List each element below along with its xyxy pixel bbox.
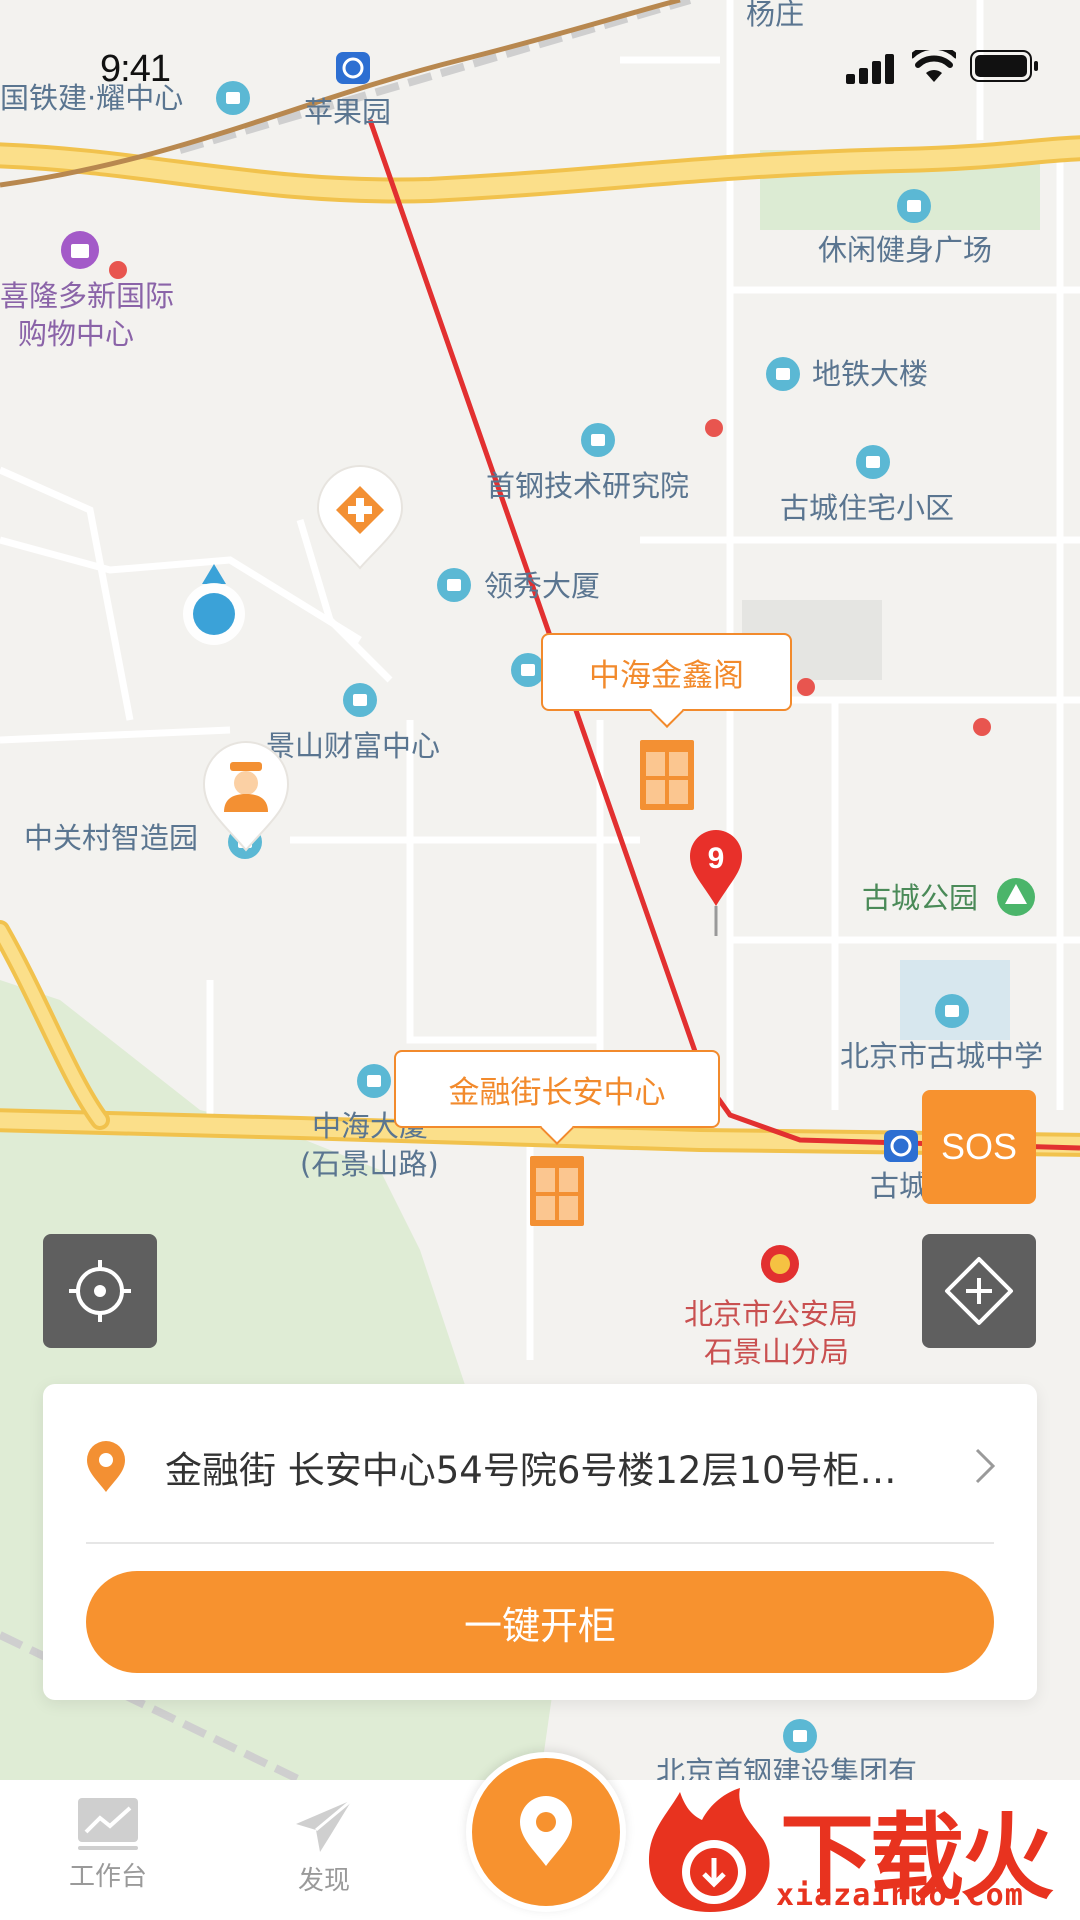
- map-label: 北京市古城中学: [840, 1039, 1043, 1073]
- map-label: 首钢技术研究院: [486, 469, 689, 503]
- map-label: 领秀大厦: [484, 569, 600, 603]
- map-label: 休闲健身广场: [818, 233, 992, 267]
- map-label: 石景山分局: [704, 1335, 849, 1369]
- map-label: 景山财富中心: [266, 729, 440, 763]
- pin-number: 9: [708, 842, 725, 875]
- map-label: 中关村智造园: [24, 821, 198, 855]
- address-row[interactable]: 金融街 长安中心54号院6号楼12层10号柜…: [43, 1384, 1037, 1544]
- map-label: 古城: [870, 1169, 928, 1203]
- locker-callout-top[interactable]: 中海金鑫阁: [541, 633, 792, 711]
- map-label: 北京市公安局: [684, 1297, 858, 1331]
- map-label: 古城住宅小区: [780, 491, 954, 525]
- watermark-url: xiazaihuo.com: [776, 1878, 1024, 1913]
- watermark-logo: 下载火 xiazaihuo.com: [640, 1782, 1080, 1920]
- tab-discover[interactable]: 发现: [254, 1798, 394, 1918]
- map-tab-button[interactable]: [466, 1752, 626, 1912]
- status-time: 9:41: [100, 48, 171, 90]
- wifi-icon: [912, 50, 956, 82]
- map-label: 古城公园: [862, 881, 978, 915]
- crosshair-icon: [69, 1260, 131, 1322]
- tab-workbench[interactable]: 工作台: [38, 1798, 178, 1918]
- map-label: (石景山路): [300, 1147, 439, 1181]
- metro-station-gucheng-icon[interactable]: [884, 1130, 918, 1162]
- route-button[interactable]: [922, 1234, 1036, 1348]
- location-pin-icon: [520, 1796, 572, 1866]
- map-label: 地铁大楼: [812, 357, 928, 391]
- cabinet-marker-bottom[interactable]: [530, 1156, 584, 1226]
- callout-label: 金融街长安中心: [448, 1074, 666, 1111]
- tab-label: 发现: [297, 1866, 350, 1896]
- flame-logo-icon: [648, 1788, 770, 1912]
- battery-icon: [970, 50, 1038, 82]
- chevron-right-icon: [975, 1448, 996, 1484]
- location-pin-icon: [87, 1440, 125, 1492]
- map-label: 北京首钢建设集团有: [656, 1755, 917, 1780]
- cabinet-marker-top[interactable]: [640, 740, 694, 810]
- locker-info-card: 金融街 长安中心54号院6号楼12层10号柜… 一键开柜: [43, 1384, 1037, 1700]
- divider: [86, 1542, 994, 1544]
- diamond-plus-icon: [945, 1257, 1013, 1325]
- callout-label: 中海金鑫阁: [589, 657, 744, 694]
- status-bar: 9:41: [0, 0, 1080, 130]
- tab-label: 工作台: [68, 1862, 147, 1892]
- map-label: 喜隆多新国际: [0, 279, 174, 313]
- locate-button[interactable]: [43, 1234, 157, 1348]
- cellular-signal-icon: [846, 54, 894, 84]
- locker-callout-bottom[interactable]: 金融街长安中心: [394, 1050, 720, 1128]
- sos-button[interactable]: SOS: [922, 1090, 1036, 1204]
- paper-plane-icon: [296, 1798, 353, 1852]
- address-text: 金融街 长安中心54号院6号楼12层10号柜…: [165, 1449, 897, 1492]
- chart-icon: [78, 1798, 138, 1850]
- open-locker-button[interactable]: 一键开柜: [86, 1571, 994, 1673]
- map-label: 购物中心: [18, 317, 134, 351]
